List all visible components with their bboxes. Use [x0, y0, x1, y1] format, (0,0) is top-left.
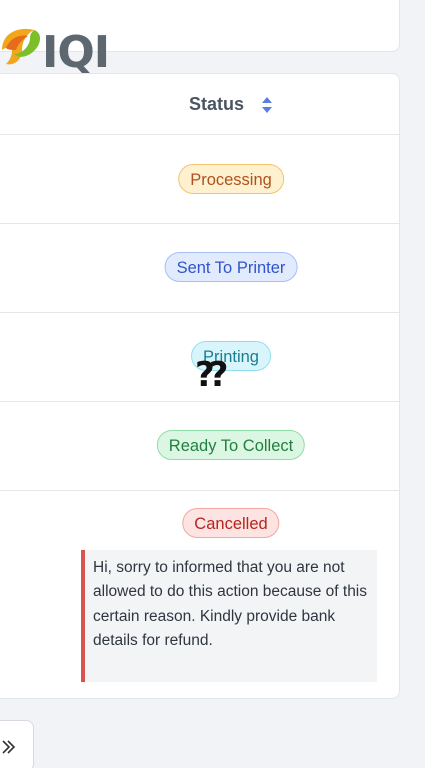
table-header: Status: [0, 74, 399, 135]
status-badge-sent-to-printer: Sent To Printer: [164, 252, 298, 282]
status-column-header[interactable]: Status: [189, 94, 244, 115]
cancellation-note: Hi, sorry to informed that you are not a…: [81, 550, 377, 682]
logo-text: IQI: [42, 27, 110, 78]
question-marks-overlay: ??: [195, 355, 229, 395]
page: IQI Status Processing Sent To Printer Pr…: [0, 0, 425, 768]
logo: IQI: [0, 14, 110, 78]
table-row: Sent To Printer: [0, 224, 399, 313]
table-row: Processing: [0, 135, 399, 224]
status-badge-cancelled: Cancelled: [182, 508, 280, 538]
status-badge-ready-to-collect: Ready To Collect: [156, 430, 306, 460]
logo-mark-icon: [2, 28, 41, 65]
double-chevron-right-icon: [2, 740, 16, 754]
sort-icon[interactable]: [261, 96, 273, 114]
table-row: Ready To Collect: [0, 402, 399, 491]
last-page-button[interactable]: [0, 720, 34, 768]
status-badge-processing: Processing: [178, 164, 284, 194]
